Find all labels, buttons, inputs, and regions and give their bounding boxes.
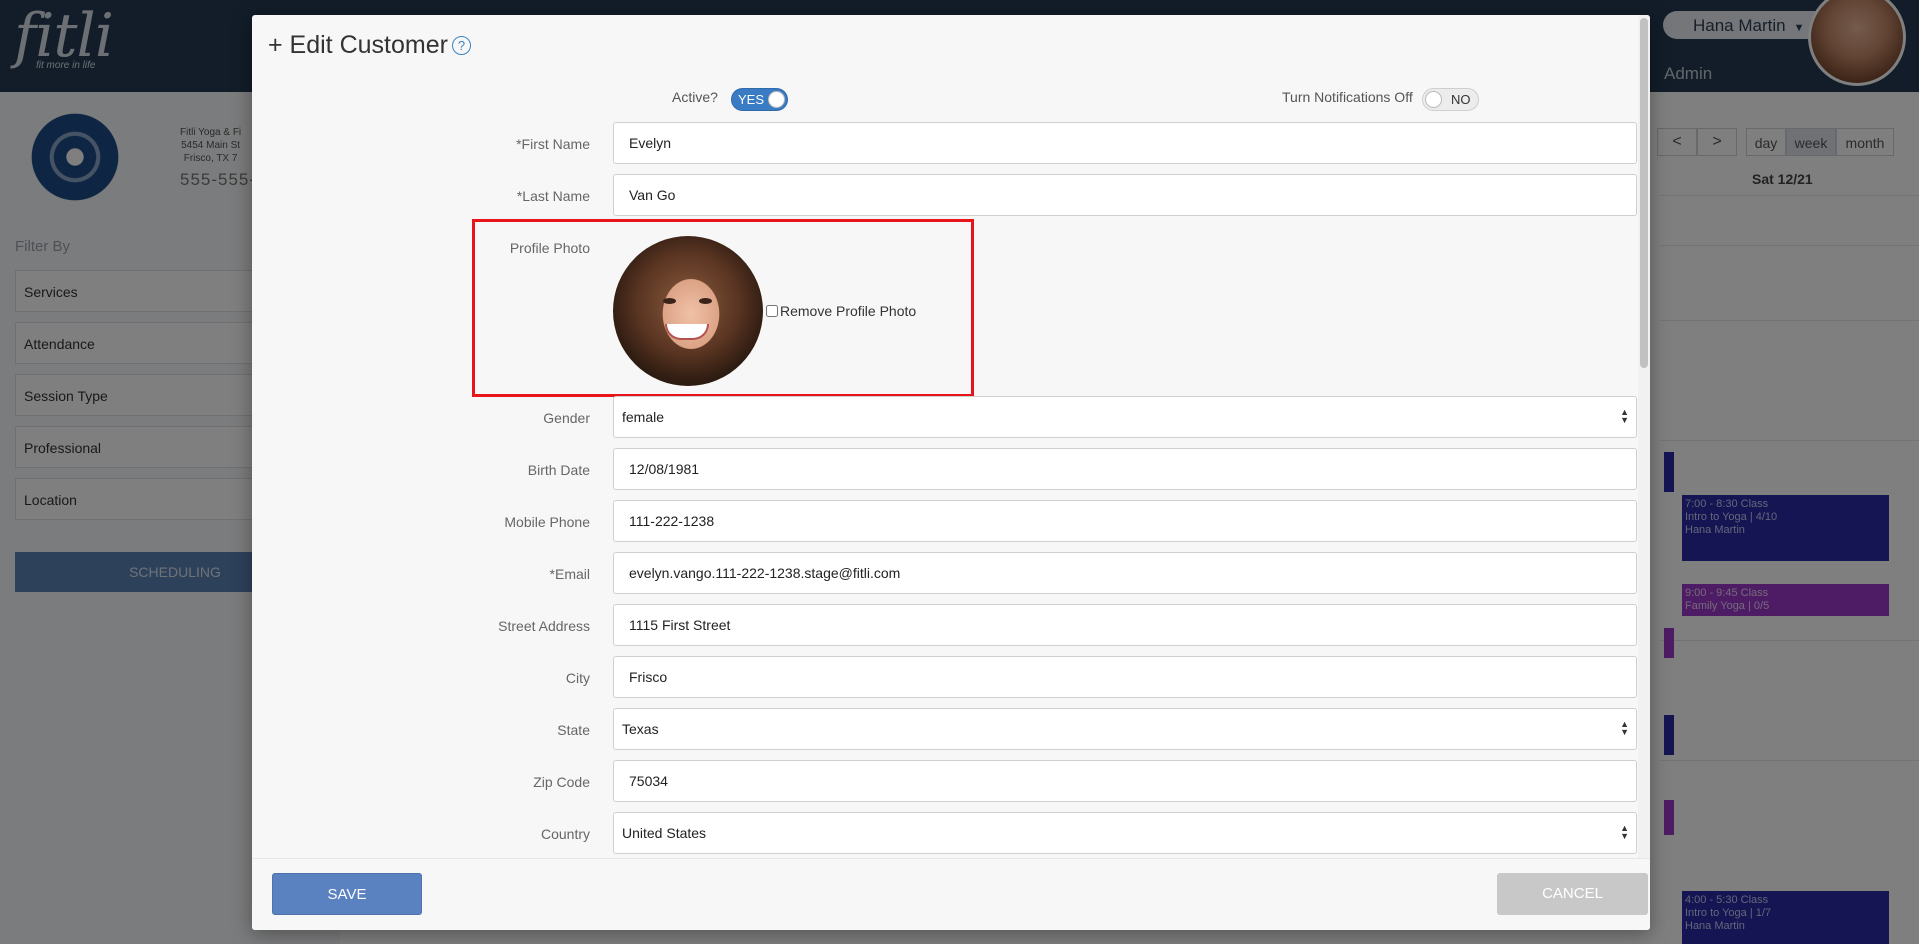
select-arrows-icon: ▲ ▼: [1620, 823, 1629, 841]
toggle-knob: [1425, 91, 1442, 108]
country-select[interactable]: United States ▲ ▼: [613, 812, 1637, 854]
scrollbar-thumb[interactable]: [1640, 18, 1648, 368]
mobile-phone-field[interactable]: 111-222-1238: [613, 500, 1637, 542]
street-address-label: Street Address: [498, 618, 590, 634]
active-toggle-value: YES: [738, 92, 765, 107]
select-arrows-icon: ▲ ▼: [1620, 407, 1629, 425]
last-name-label: *Last Name: [516, 188, 590, 204]
state-label: State: [557, 722, 590, 738]
last-name-field[interactable]: Van Go: [613, 174, 1637, 216]
gender-value: female: [622, 409, 665, 425]
select-arrows-icon: ▲ ▼: [1620, 719, 1629, 737]
first-name-field[interactable]: Evelyn: [613, 122, 1637, 164]
birth-date-field[interactable]: 12/08/1981: [613, 448, 1637, 490]
first-name-label: *First Name: [516, 136, 590, 152]
active-toggle[interactable]: YES: [731, 88, 788, 111]
cancel-button[interactable]: CANCEL: [1497, 873, 1648, 915]
zip-code-field[interactable]: 75034: [613, 760, 1637, 802]
city-label: City: [565, 670, 590, 686]
city-field[interactable]: Frisco: [613, 656, 1637, 698]
street-address-field[interactable]: 1115 First Street: [613, 604, 1637, 646]
edit-customer-modal: + Edit Customer? Active? YES Turn Notifi…: [252, 15, 1650, 930]
profile-photo-highlight: [472, 219, 974, 397]
zip-code-label: Zip Code: [533, 774, 590, 790]
country-value: United States: [622, 825, 707, 841]
toggle-knob: [768, 91, 785, 108]
notifications-toggle-value: NO: [1451, 92, 1471, 107]
state-value: Texas: [622, 721, 659, 737]
state-select[interactable]: Texas ▲ ▼: [613, 708, 1637, 750]
modal-title-text: + Edit Customer: [268, 31, 448, 59]
active-label: Active?: [672, 89, 718, 105]
mobile-phone-label: Mobile Phone: [504, 514, 590, 530]
email-label: *Email: [549, 566, 590, 582]
email-field[interactable]: evelyn.vango.111-222-1238.stage@fitli.co…: [613, 552, 1637, 594]
notifications-label: Turn Notifications Off: [1282, 89, 1413, 105]
modal-title: + Edit Customer?: [268, 31, 471, 60]
scrollbar[interactable]: [1638, 15, 1650, 858]
birth-date-label: Birth Date: [527, 462, 590, 478]
help-icon[interactable]: ?: [451, 36, 471, 55]
modal-footer: SAVE CANCEL: [252, 858, 1650, 930]
country-label: Country: [540, 826, 590, 842]
save-button[interactable]: SAVE: [272, 873, 422, 915]
notifications-toggle[interactable]: NO: [1422, 88, 1479, 111]
gender-label: Gender: [543, 410, 590, 426]
gender-select[interactable]: female ▲ ▼: [613, 396, 1637, 438]
